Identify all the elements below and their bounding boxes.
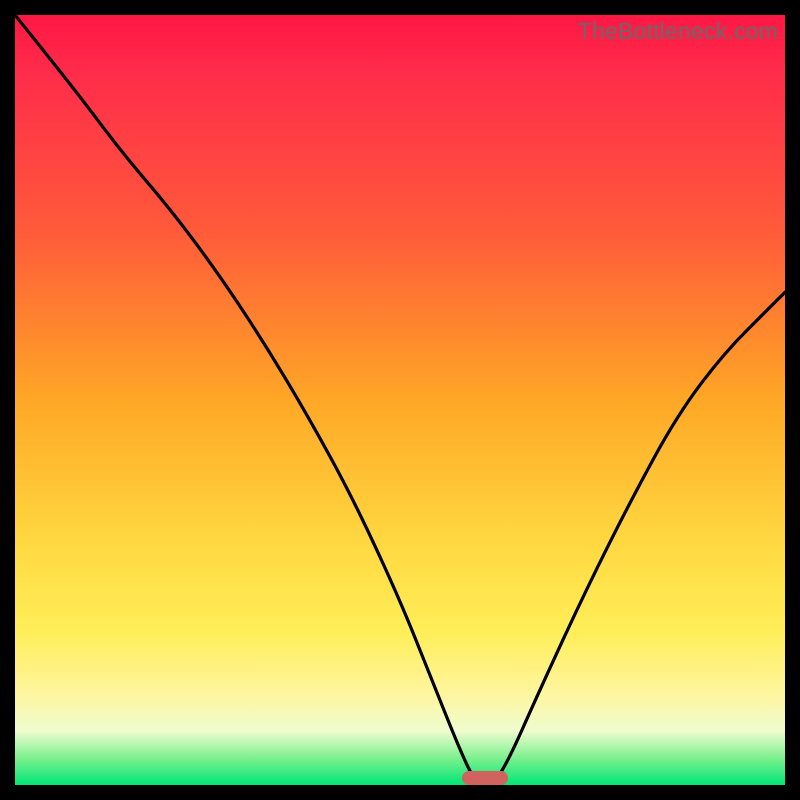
optimal-range-marker [462,771,508,785]
watermark-text: TheBottleneck.com [578,18,778,45]
curve-path [15,15,785,785]
plot-area [15,15,785,785]
chart-frame: TheBottleneck.com [0,0,800,800]
bottleneck-curve [15,15,785,785]
